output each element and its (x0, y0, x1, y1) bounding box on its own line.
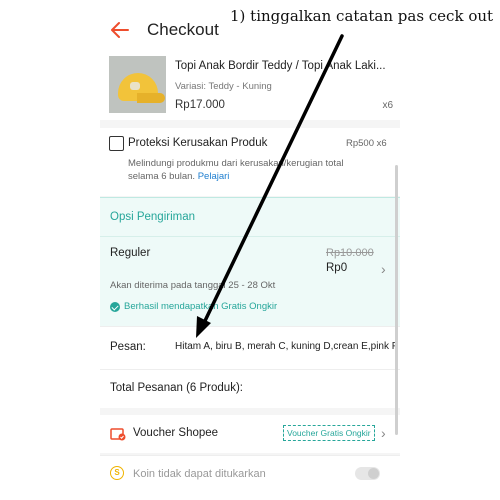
coins-row: S Koin tidak dapat ditukarkan (100, 455, 400, 500)
order-total: Total Pesanan (6 Produk): (100, 369, 400, 408)
shipping-divider (100, 236, 400, 237)
protection-description: Melindungi produkmu dari kerusakan/kerug… (128, 157, 363, 183)
shipping-section-title: Opsi Pengiriman (110, 211, 196, 223)
shipping-eta: Akan diterima pada tanggal 25 - 28 Okt (110, 280, 276, 291)
message-input[interactable]: Hitam A, biru B, merah C, kuning D,crean… (175, 341, 397, 352)
shipping-option-name[interactable]: Reguler (110, 247, 150, 259)
order-total-label: Total Pesanan (6 Produk): (110, 382, 243, 394)
protection-description-text: Melindungi produkmu dari kerusakan/kerug… (128, 158, 344, 182)
product-variant: Variasi: Teddy - Kuning (175, 81, 272, 92)
product-quantity: x6 (382, 100, 393, 111)
voucher-badge: Voucher Gratis Ongkir (283, 425, 375, 441)
coins-label: Koin tidak dapat ditukarkan (133, 468, 266, 480)
product-price: Rp17.000 (175, 99, 225, 111)
product-item[interactable]: Topi Anak Bordir Teddy / Topi Anak Laki.… (100, 52, 400, 120)
learn-more-link[interactable]: Pelajari (198, 171, 230, 182)
chevron-right-icon[interactable]: › (381, 261, 386, 277)
product-protection: Proteksi Kerusakan Produk Rp500 x6 Melin… (100, 128, 400, 196)
annotation-text: 1) tinggalkan catatan pas ceck out (230, 7, 494, 25)
voucher-label: Voucher Shopee (133, 427, 219, 439)
toggle-knob (368, 468, 379, 479)
shipping-new-price: Rp0 (326, 262, 348, 274)
product-name: Topi Anak Bordir Teddy / Topi Anak Laki.… (175, 60, 386, 72)
scrollbar[interactable] (395, 165, 398, 435)
protection-price: Rp500 x6 (346, 138, 387, 149)
checkout-screen: Checkout Topi Anak Bordir Teddy / Topi A… (100, 0, 400, 500)
cap-brim (137, 93, 165, 103)
protection-title: Proteksi Kerusakan Produk (128, 137, 268, 149)
chevron-right-icon[interactable]: › (381, 425, 386, 441)
product-image (109, 56, 166, 113)
coin-icon: S (110, 466, 124, 480)
message-label: Pesan: (110, 341, 146, 353)
protection-checkbox[interactable] (109, 136, 124, 151)
page-title: Checkout (147, 20, 219, 39)
shipping-options: Opsi Pengiriman Reguler Rp10.000 Rp0 › A… (100, 197, 400, 326)
check-circle-icon (110, 302, 120, 312)
message-row[interactable]: Pesan: Hitam A, biru B, merah C, kuning … (100, 326, 400, 369)
cap-logo (130, 82, 140, 90)
voucher-icon (110, 428, 126, 441)
free-shipping-status: Berhasil mendapatkan Gratis Ongkir (124, 301, 278, 312)
arrow-left-icon[interactable] (108, 18, 132, 42)
coins-toggle[interactable] (355, 467, 380, 480)
shipping-old-price: Rp10.000 (326, 247, 374, 259)
voucher-row[interactable]: Voucher Shopee Voucher Gratis Ongkir › (100, 415, 400, 453)
